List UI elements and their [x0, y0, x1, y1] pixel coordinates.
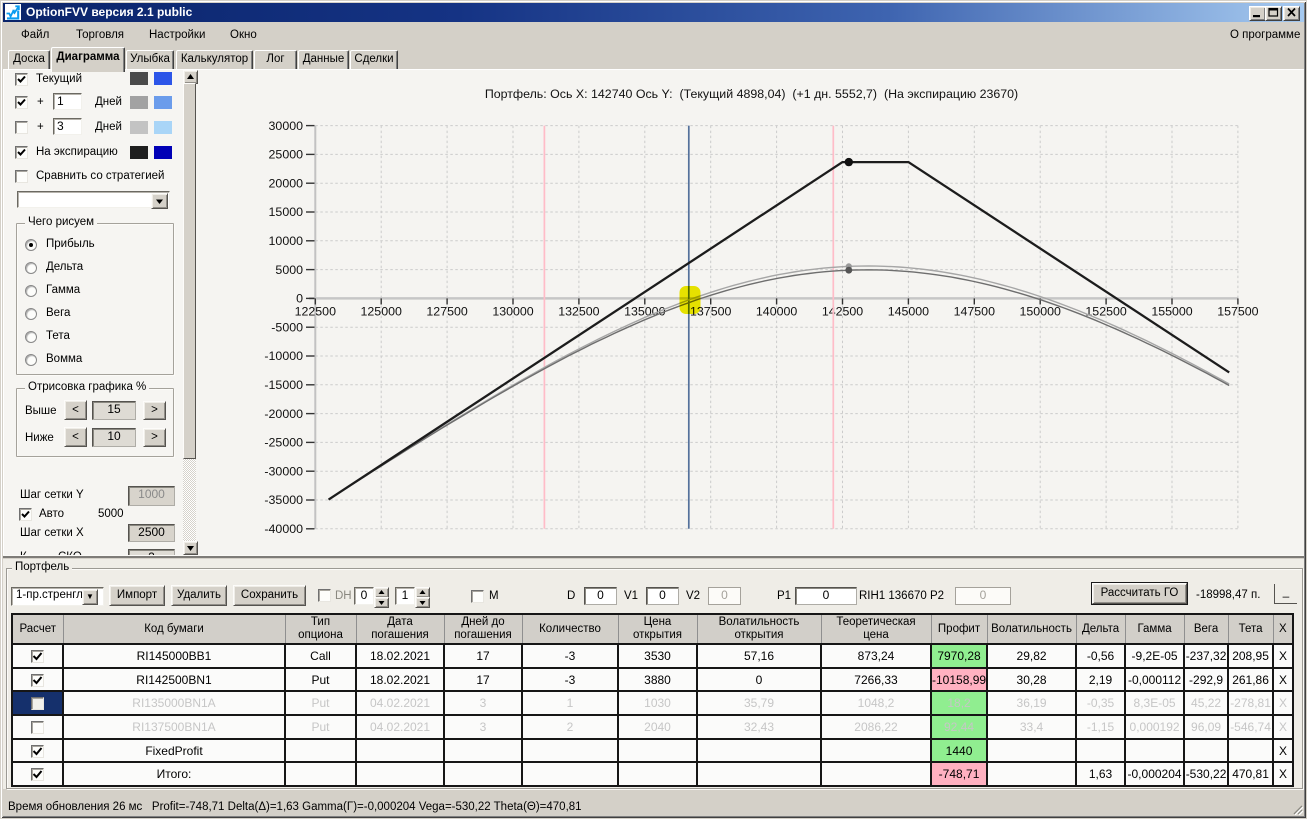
svg-text:147500: 147500: [954, 305, 995, 319]
svg-text:-15000: -15000: [264, 378, 303, 392]
svg-text:-5000: -5000: [271, 320, 303, 334]
svg-text:145000: 145000: [888, 305, 929, 319]
svg-text:140000: 140000: [756, 305, 797, 319]
svg-text:130000: 130000: [492, 305, 533, 319]
svg-text:20000: 20000: [269, 176, 304, 190]
svg-text:10000: 10000: [269, 234, 304, 248]
svg-text:15000: 15000: [269, 205, 304, 219]
svg-text:155000: 155000: [1151, 305, 1192, 319]
svg-text:-35000: -35000: [264, 493, 303, 507]
svg-text:25000: 25000: [269, 148, 304, 162]
svg-text:150000: 150000: [1020, 305, 1061, 319]
svg-text:-25000: -25000: [264, 436, 303, 450]
svg-text:0: 0: [296, 292, 303, 306]
svg-text:-20000: -20000: [264, 407, 303, 421]
svg-text:132500: 132500: [558, 305, 599, 319]
svg-text:127500: 127500: [426, 305, 467, 319]
svg-text:125000: 125000: [361, 305, 402, 319]
svg-text:30000: 30000: [269, 119, 304, 133]
svg-text:122500: 122500: [295, 305, 336, 319]
svg-text:Портфель: Ось X: 142740 Ось Y:: Портфель: Ось X: 142740 Ось Y: (Текущий …: [485, 87, 1018, 101]
svg-text:142500: 142500: [822, 305, 863, 319]
svg-text:-30000: -30000: [264, 464, 303, 478]
svg-text:-40000: -40000: [264, 522, 303, 536]
svg-text:-10000: -10000: [264, 349, 303, 363]
svg-text:157500: 157500: [1217, 305, 1258, 319]
svg-text:5000: 5000: [275, 263, 303, 277]
